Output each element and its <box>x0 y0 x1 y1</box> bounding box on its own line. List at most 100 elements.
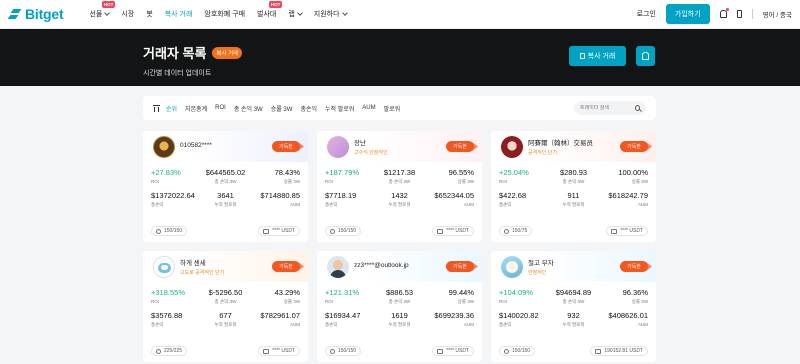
menu-item-buy-crypto[interactable]: 암호화폐 구매 <box>198 9 251 19</box>
trader-card-header: 阿賽爾（翰林）交易员 공격적인 단기 가득한 <box>491 131 656 162</box>
trader-card[interactable]: 하게 센세 고도로 공격적인 단기 가득한 +318.55% ROI $-5296… <box>143 251 308 362</box>
nav-right: 로그인 가입하기 영어 / 중국 <box>637 4 792 24</box>
sort-rank[interactable]: 순위 <box>166 104 177 113</box>
sort-winrate-3w[interactable]: 승률 3W <box>271 104 293 113</box>
copy-trading-button[interactable]: 복사 거래 <box>569 46 626 66</box>
menu-item-bots[interactable]: 봇 <box>140 9 158 19</box>
sort-followers[interactable]: 팔로워 <box>384 104 401 113</box>
follow-button[interactable]: 가득한 <box>620 141 648 152</box>
roi-value: +121.31% <box>325 288 359 297</box>
trader-balance: **** USDT <box>606 226 648 236</box>
copier-slots-value: 150/150 <box>164 228 183 234</box>
trader-search <box>574 101 646 115</box>
trader-search-input[interactable] <box>580 105 635 111</box>
sort-equity[interactable]: 자본총계 <box>185 104 207 113</box>
menu-item-market[interactable]: 시장 <box>115 9 140 19</box>
aum-value: $408626.01 <box>608 311 648 320</box>
bell-icon <box>642 52 649 60</box>
page-subtitle: 시간별 데이터 업데이트 <box>143 70 212 77</box>
trader-card-header: 010582**** 가득한 <box>143 131 308 162</box>
aum-label: AUM <box>464 202 474 207</box>
menu-item-futures[interactable]: 선물 HOT <box>83 1 116 19</box>
wallet-icon <box>263 228 270 234</box>
notification-bell-icon[interactable] <box>719 8 729 18</box>
hot-badge: HOT <box>101 1 116 8</box>
chevron-down-icon <box>104 10 111 16</box>
wallet-icon <box>263 348 270 354</box>
followers-label: 누적 팔로워 <box>388 322 411 327</box>
sort-roi[interactable]: ROI <box>215 105 226 111</box>
trader-name[interactable]: 010582**** <box>180 142 212 149</box>
nav-divider <box>751 9 753 19</box>
follow-button[interactable]: 가득한 <box>446 141 474 152</box>
trader-style-tag: 고수익 안정적인 <box>354 150 388 156</box>
follow-button[interactable]: 가득한 <box>446 261 474 272</box>
total-pnl-value: $140020.82 <box>499 311 539 320</box>
roi-label: ROI <box>499 299 508 304</box>
followers-value: 677 <box>219 311 232 320</box>
trader-avatar[interactable] <box>501 135 523 158</box>
follow-button[interactable]: 가득한 <box>272 141 300 152</box>
trader-avatar[interactable] <box>327 135 349 158</box>
copier-slots: 225/225 <box>151 346 188 356</box>
trader-card[interactable]: 阿賽爾（翰林）交易员 공격적인 단기 가득한 +25.04% ROI $280.9… <box>491 131 656 242</box>
document-icon <box>579 53 585 59</box>
menu-item-events[interactable]: 벌사대 HOT <box>251 1 283 19</box>
followers-value: 911 <box>567 191 580 200</box>
hot-badge: HOT <box>268 1 283 8</box>
signup-button[interactable]: 가입하기 <box>665 4 710 24</box>
menu-item-lab[interactable]: 랩 <box>282 9 307 19</box>
trader-avatar[interactable] <box>153 255 175 278</box>
wallet-icon <box>611 228 618 234</box>
trader-card[interactable]: 010582**** 가득한 +27.83% ROI $644565.02 총 손익… <box>143 131 308 242</box>
trader-name[interactable]: 하게 센세 <box>180 257 224 267</box>
people-icon <box>504 228 509 234</box>
subscribe-alert-button[interactable] <box>636 46 655 66</box>
copier-slots-value: 150/150 <box>512 348 531 354</box>
menu-item-copy-trading[interactable]: 복사 거래 <box>159 9 199 19</box>
language-selector[interactable]: 영어 / 중국 <box>763 9 792 19</box>
sort-filter-bar: 순위 자본총계 ROI 총 손익 3W 승률 3W 총손익 누적 팔로워 AUM… <box>143 96 656 120</box>
copier-slots-value: 225/225 <box>164 348 183 354</box>
trader-card[interactable]: 절고 부자 안정적인 가득한 +104.09% ROI $94694.89 총 손익… <box>491 251 656 362</box>
pnl-3w-value: $644565.02 <box>205 168 246 177</box>
trader-avatar[interactable] <box>153 135 175 158</box>
roi-label: ROI <box>325 299 334 304</box>
trader-name[interactable]: 阿賽爾（翰林）交易员 <box>528 137 593 147</box>
trader-balance-value: **** USDT <box>272 228 295 234</box>
pnl-3w-label: 총 손익 3W <box>214 299 237 304</box>
bitget-logo[interactable]: Bitget <box>8 6 64 22</box>
aum-label: AUM <box>638 322 648 327</box>
sort-total-pnl[interactable]: 총손익 <box>300 104 317 113</box>
filter-icon[interactable] <box>153 104 160 112</box>
winrate-3w-value: 78.43% <box>274 168 300 177</box>
trader-card[interactable]: 장난 고수익 안정적인 가득한 +187.79% ROI $1217.38 총 손익… <box>317 131 482 242</box>
roi-label: ROI <box>325 179 334 184</box>
login-link[interactable]: 로그인 <box>637 9 656 19</box>
follow-button[interactable]: 가득한 <box>272 261 300 272</box>
wallet-icon <box>437 228 444 234</box>
trader-balance-value: **** USDT <box>620 228 643 234</box>
copier-slots: 150/150 <box>325 346 362 356</box>
mobile-app-icon[interactable] <box>736 10 742 18</box>
notification-dot <box>725 8 729 11</box>
sort-pnl-3w[interactable]: 총 손익 3W <box>234 104 263 113</box>
trader-avatar[interactable] <box>501 255 523 278</box>
people-icon <box>330 228 335 234</box>
trader-card[interactable]: zz3****@outlook.jp 가득한 +121.31% ROI $886.… <box>317 251 482 362</box>
sort-aum[interactable]: AUM <box>362 105 375 111</box>
trader-name[interactable]: zz3****@outlook.jp <box>354 262 409 269</box>
trader-name[interactable]: 장난 <box>354 137 388 147</box>
followers-value: 932 <box>567 311 580 320</box>
trader-balance: 190152.81 USDT <box>590 346 648 356</box>
winrate-3w-value: 100.00% <box>618 168 648 177</box>
trader-name[interactable]: 절고 부자 <box>528 257 554 267</box>
search-icon[interactable] <box>635 105 640 111</box>
copy-trading-badge: 복사 거래 <box>212 46 243 59</box>
menu-item-support[interactable]: 지원하다 <box>308 9 353 19</box>
roi-label: ROI <box>151 299 160 304</box>
sort-cumulative-followers[interactable]: 누적 팔로워 <box>325 104 354 113</box>
trader-style-tag: 안정적인 <box>528 270 547 276</box>
trader-avatar[interactable] <box>327 255 349 278</box>
follow-button[interactable]: 가득한 <box>620 261 648 272</box>
